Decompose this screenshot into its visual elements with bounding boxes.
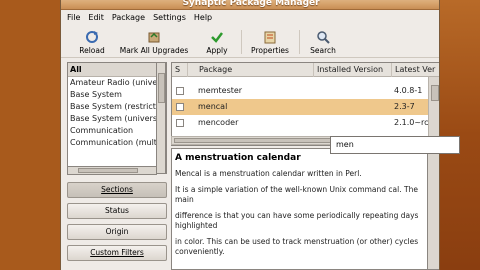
table-row[interactable]: mencoder 2.1.0~rc2 [172,115,439,131]
menu-edit[interactable]: Edit [88,13,104,22]
column-installed-version[interactable]: Installed Version [314,63,392,77]
menu-package[interactable]: Package [112,13,145,22]
package-description: A menstruation calendar Mencal is a mens… [171,148,429,270]
section-list[interactable]: All Amateur Radio (univer Base System Ba… [67,62,167,174]
section-item[interactable]: Communication [68,125,166,137]
reload-icon [85,30,99,44]
scrollbar-thumb[interactable] [158,73,165,103]
package-list-header: S Package Installed Version Latest Ver [172,63,439,77]
column-package[interactable]: Package [196,63,314,77]
package-checkbox[interactable] [176,87,184,95]
sections-filter-button[interactable]: Sections [67,182,167,198]
menu-file[interactable]: File [67,13,80,22]
section-list-scrollbar[interactable] [156,62,166,174]
window-title: Synaptic Package Manager [182,0,320,8]
title-bar[interactable]: Synaptic Package Manager [61,0,439,10]
column-latest-version[interactable]: Latest Ver [392,63,439,77]
scrollbar-thumb[interactable] [78,168,138,173]
package-name: mencoder [198,118,239,127]
package-checkbox[interactable] [176,103,184,111]
toolbar-separator [241,30,242,54]
menu-settings[interactable]: Settings [153,13,186,22]
properties-button[interactable]: Properties [247,26,293,58]
desktop-background [440,0,480,270]
apply-check-icon [210,30,224,44]
description-heading: A menstruation calendar [175,153,301,163]
table-row[interactable]: memtester 4.0.8-1 [172,83,439,99]
description-text: difference is that you can have some per… [175,211,419,230]
status-filter-button[interactable]: Status [67,203,167,219]
description-text: It is a simple variation of the well-kno… [175,185,418,204]
package-list[interactable]: S Package Installed Version Latest Ver m… [171,62,439,146]
apply-button[interactable]: Apply [199,26,235,58]
description-scrollbar[interactable] [427,148,439,270]
mark-all-upgrades-button[interactable]: Mark All Upgrades [117,26,191,58]
mark-upgrades-icon [147,30,161,44]
search-icon [316,30,330,44]
section-item[interactable]: Base System (univers [68,113,166,125]
custom-filters-button[interactable]: Custom Filters [67,245,167,261]
description-text: Mencal is a menstruation calendar writte… [175,169,362,178]
section-list-hscrollbar[interactable] [67,166,157,175]
description-text: in color. This can be used to track mens… [175,237,419,256]
toolbar: Reload Mark All Upgrades Apply Propertie… [61,26,439,58]
section-all[interactable]: All [68,63,166,77]
scrollbar-thumb[interactable] [431,85,439,101]
typeahead-search-input[interactable]: men [330,136,460,154]
column-status[interactable]: S [172,63,188,77]
reload-button[interactable]: Reload [75,26,109,58]
package-name: memtester [198,86,243,95]
section-item[interactable]: Communication (mult [68,137,166,149]
menu-help[interactable]: Help [194,13,212,22]
synaptic-window: Synaptic Package Manager File Edit Packa… [60,0,440,270]
origin-filter-button[interactable]: Origin [67,224,167,240]
section-item[interactable]: Amateur Radio (univer [68,77,166,89]
package-name: mencal [198,102,228,111]
section-item[interactable]: Base System [68,89,166,101]
scrollbar-thumb[interactable] [174,138,344,143]
table-row-selected[interactable]: mencal 2.3-7 [172,99,439,115]
package-checkbox[interactable] [176,119,184,127]
properties-icon [263,30,277,44]
menu-bar: File Edit Package Settings Help [61,10,439,24]
search-button[interactable]: Search [305,26,341,58]
section-item[interactable]: Base System (restrict [68,101,166,113]
toolbar-separator [299,30,300,54]
